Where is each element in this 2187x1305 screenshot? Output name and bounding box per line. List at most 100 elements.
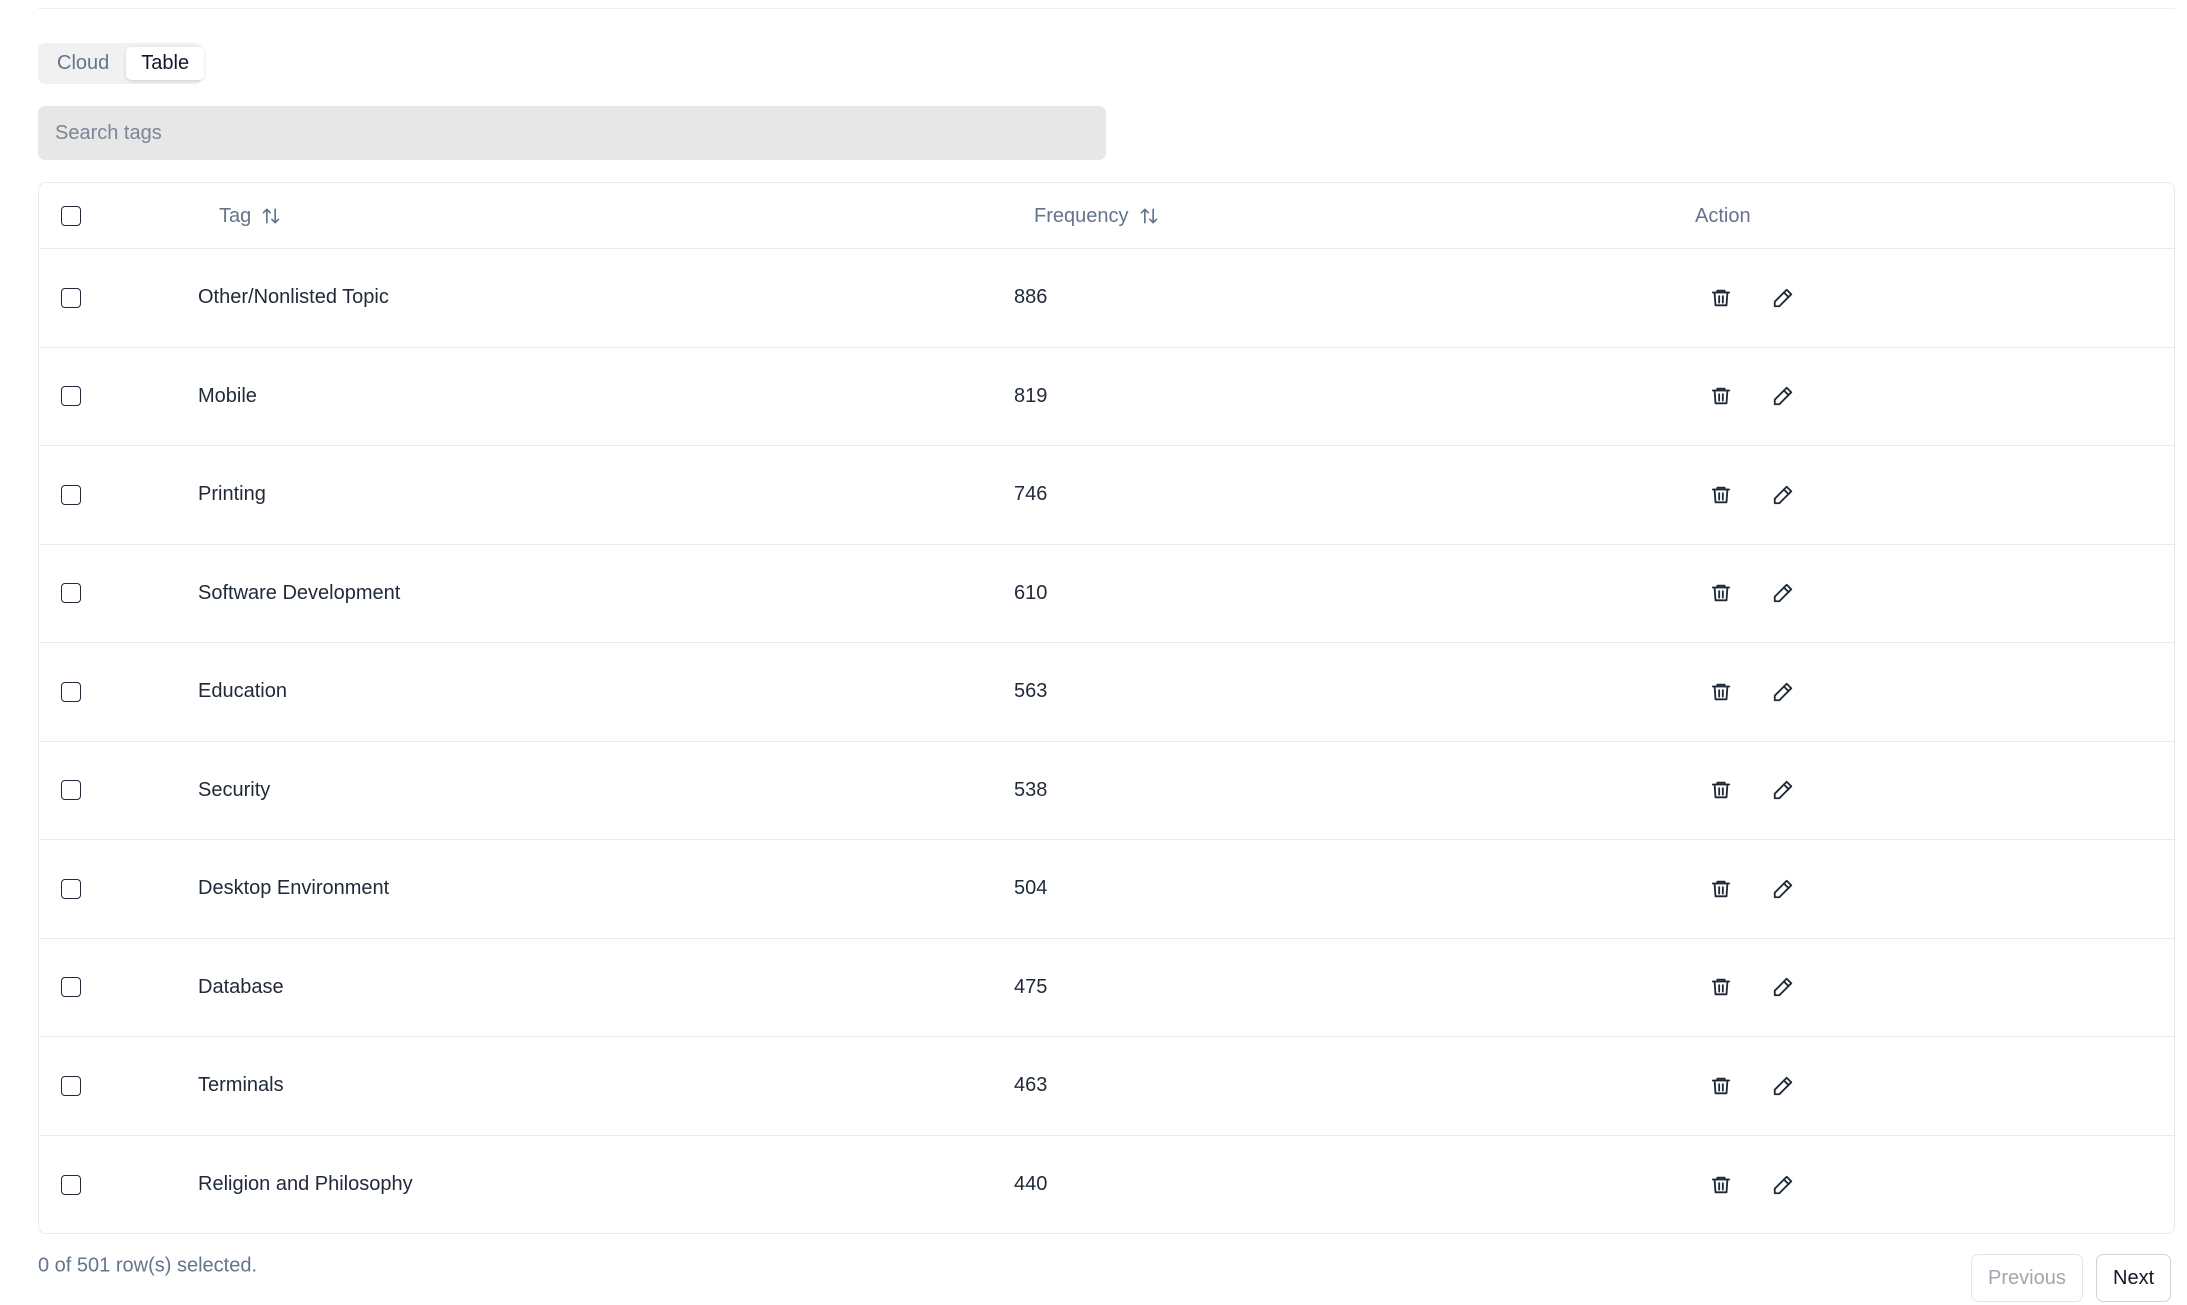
row-checkbox[interactable] <box>61 780 81 801</box>
row-checkbox[interactable] <box>61 386 81 407</box>
tag-header-label: Tag <box>219 204 252 227</box>
action-cell <box>1709 545 1795 643</box>
tag-cell: Security <box>198 778 271 801</box>
action-column-header: Action <box>1695 183 1751 249</box>
toggle-table[interactable]: Table <box>126 47 205 80</box>
table-body: Other/Nonlisted Topic 886 Mobile 819 Printin… <box>39 249 2174 1234</box>
row-select-cell <box>61 249 81 347</box>
row-select-cell <box>61 1136 81 1234</box>
action-cell <box>1709 840 1795 938</box>
pencil-icon[interactable] <box>1771 581 1795 605</box>
row-select-cell <box>61 939 81 1037</box>
tags-table: Tag Frequency Action Other/Nonlisted Top… <box>38 182 2175 1234</box>
table-row: Religion and Philosophy 440 <box>39 1136 2174 1234</box>
tag-cell: Education <box>198 680 287 703</box>
pencil-icon[interactable] <box>1771 877 1795 901</box>
row-select-cell <box>61 446 81 544</box>
frequency-cell: 746 <box>1014 483 1048 506</box>
previous-button[interactable]: Previous <box>1971 1254 2083 1302</box>
table-row: Mobile 819 <box>39 348 2174 446</box>
row-select-cell <box>61 643 81 741</box>
action-cell <box>1709 1037 1795 1135</box>
pencil-icon[interactable] <box>1771 483 1795 507</box>
pencil-icon[interactable] <box>1771 680 1795 704</box>
next-button[interactable]: Next <box>2096 1254 2172 1302</box>
select-all-checkbox[interactable] <box>61 206 81 226</box>
row-checkbox[interactable] <box>61 681 81 702</box>
row-checkbox[interactable] <box>61 484 81 505</box>
frequency-cell: 886 <box>1014 286 1048 309</box>
table-row: Desktop Environment 504 <box>39 840 2174 939</box>
trash-icon[interactable] <box>1709 581 1733 605</box>
table-row: Other/Nonlisted Topic 886 <box>39 249 2174 348</box>
selection-status: 0 of 501 row(s) selected. <box>38 1254 257 1277</box>
table-row: Database 475 <box>39 939 2174 1037</box>
row-checkbox[interactable] <box>61 977 81 998</box>
tag-cell: Database <box>198 975 284 998</box>
trash-icon[interactable] <box>1709 975 1733 999</box>
action-cell <box>1709 348 1795 446</box>
frequency-column-header[interactable]: Frequency <box>1034 183 1159 249</box>
tag-cell: Terminals <box>198 1074 284 1097</box>
tag-cell: Religion and Philosophy <box>198 1173 413 1196</box>
pencil-icon[interactable] <box>1771 286 1795 310</box>
pencil-icon[interactable] <box>1771 1074 1795 1098</box>
view-toggle: Cloud Table <box>38 43 205 84</box>
frequency-cell: 440 <box>1014 1173 1048 1196</box>
table-row: Terminals 463 <box>39 1037 2174 1136</box>
tag-cell: Other/Nonlisted Topic <box>198 286 389 309</box>
row-select-cell <box>61 840 81 938</box>
action-cell <box>1709 742 1795 840</box>
action-cell <box>1709 939 1795 1037</box>
sort-icon[interactable] <box>261 206 281 226</box>
frequency-cell: 504 <box>1014 877 1048 900</box>
select-all-cell <box>61 183 81 249</box>
action-cell <box>1709 1136 1795 1234</box>
frequency-cell: 463 <box>1014 1074 1048 1097</box>
pencil-icon[interactable] <box>1771 1173 1795 1197</box>
row-checkbox[interactable] <box>61 1075 81 1096</box>
frequency-cell: 538 <box>1014 778 1048 801</box>
tag-cell: Software Development <box>198 581 401 604</box>
row-select-cell <box>61 545 81 643</box>
action-cell <box>1709 446 1795 544</box>
frequency-cell: 475 <box>1014 975 1048 998</box>
top-divider <box>38 8 2175 9</box>
row-checkbox[interactable] <box>61 583 81 604</box>
tag-column-header[interactable]: Tag <box>219 183 281 249</box>
table-row: Software Development 610 <box>39 545 2174 643</box>
frequency-cell: 819 <box>1014 384 1048 407</box>
action-cell <box>1709 643 1795 741</box>
row-checkbox[interactable] <box>61 1174 81 1195</box>
table-row: Education 563 <box>39 643 2174 742</box>
row-select-cell <box>61 1037 81 1135</box>
trash-icon[interactable] <box>1709 1173 1733 1197</box>
action-cell <box>1709 249 1795 347</box>
trash-icon[interactable] <box>1709 286 1733 310</box>
table-row: Security 538 <box>39 742 2174 840</box>
pencil-icon[interactable] <box>1771 975 1795 999</box>
row-select-cell <box>61 348 81 446</box>
tag-cell: Desktop Environment <box>198 877 390 900</box>
action-header-label: Action <box>1695 204 1751 227</box>
frequency-cell: 563 <box>1014 680 1048 703</box>
row-select-cell <box>61 742 81 840</box>
search-tags-input[interactable] <box>38 106 1106 160</box>
row-checkbox[interactable] <box>61 878 81 899</box>
trash-icon[interactable] <box>1709 877 1733 901</box>
sort-icon[interactable] <box>1139 206 1159 226</box>
toggle-cloud[interactable]: Cloud <box>42 47 124 80</box>
frequency-header-label: Frequency <box>1034 204 1129 227</box>
trash-icon[interactable] <box>1709 680 1733 704</box>
trash-icon[interactable] <box>1709 384 1733 408</box>
trash-icon[interactable] <box>1709 778 1733 802</box>
table-row: Printing 746 <box>39 446 2174 545</box>
table-header: Tag Frequency Action <box>39 183 2174 249</box>
tag-cell: Mobile <box>198 384 257 407</box>
pencil-icon[interactable] <box>1771 384 1795 408</box>
pencil-icon[interactable] <box>1771 778 1795 802</box>
tag-cell: Printing <box>198 483 266 506</box>
trash-icon[interactable] <box>1709 1074 1733 1098</box>
trash-icon[interactable] <box>1709 483 1733 507</box>
row-checkbox[interactable] <box>61 287 81 308</box>
